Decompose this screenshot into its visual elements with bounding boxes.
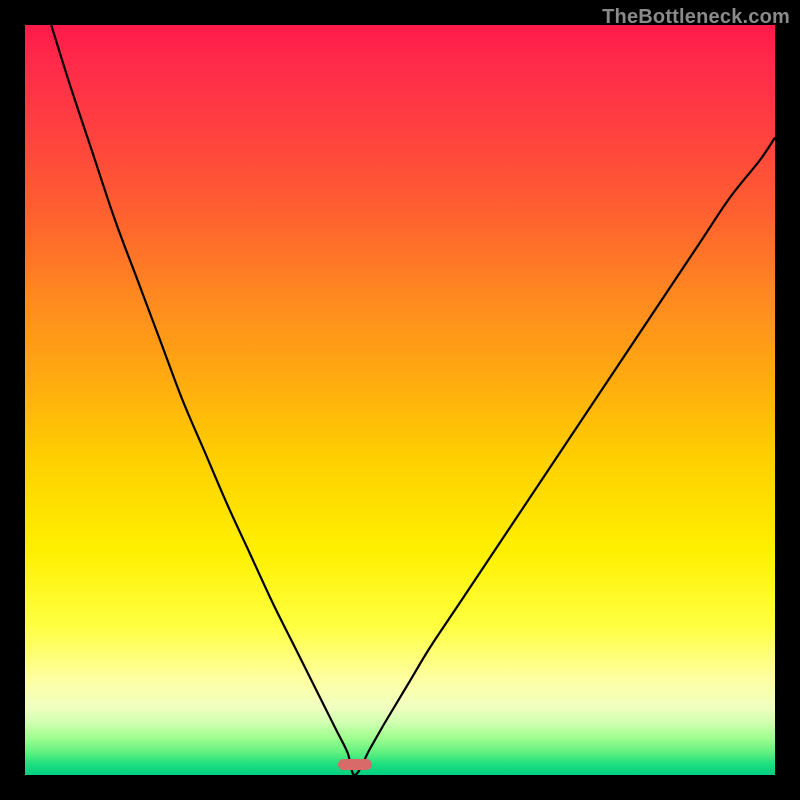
bottleneck-curve — [51, 25, 775, 775]
watermark-text: TheBottleneck.com — [602, 6, 790, 29]
plot-area — [25, 25, 775, 775]
optimal-marker — [338, 759, 372, 770]
chart-container: TheBottleneck.com — [0, 0, 800, 800]
curve-layer — [25, 25, 775, 775]
